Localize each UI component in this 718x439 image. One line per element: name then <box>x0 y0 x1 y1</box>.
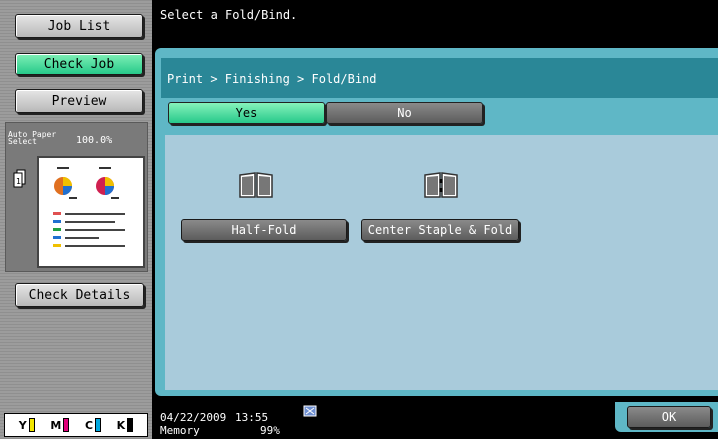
breadcrumb-bar: Print > Finishing > Fold/Bind <box>161 58 718 98</box>
svg-text:1: 1 <box>16 177 21 186</box>
ok-button[interactable]: OK <box>627 406 711 428</box>
preview-button[interactable]: Preview <box>15 89 143 113</box>
auto-paper-select-label: Auto Paper Select <box>8 130 57 146</box>
yes-button[interactable]: Yes <box>168 102 325 124</box>
toner-black: K <box>117 418 134 432</box>
toner-cyan: C <box>84 418 102 432</box>
check-job-button[interactable]: Check Job <box>15 53 143 75</box>
document-preview-icon <box>53 167 125 247</box>
toner-magenta: M <box>50 418 70 432</box>
toner-bar-icon <box>28 418 35 432</box>
center-staple-book-icon <box>424 172 458 198</box>
toner-levels: Y M C K <box>4 413 148 437</box>
network-status-icon <box>303 405 317 417</box>
toner-bar-icon <box>127 418 134 432</box>
job-list-button[interactable]: Job List <box>15 14 143 38</box>
copies-icon: 1 <box>13 169 26 188</box>
check-details-button[interactable]: Check Details <box>15 283 144 307</box>
toner-letter: C <box>84 419 94 432</box>
memory-value: 99% <box>260 424 280 437</box>
breadcrumb: Print > Finishing > Fold/Bind <box>167 72 377 86</box>
half-fold-book-icon <box>239 172 273 198</box>
zoom-value: 100.0% <box>76 135 113 146</box>
half-fold-button[interactable]: Half-Fold <box>181 219 347 241</box>
date-text: 04/22/2009 <box>160 411 227 424</box>
toner-bar-icon <box>63 418 70 432</box>
no-button[interactable]: No <box>326 102 483 124</box>
toner-letter: Y <box>18 419 27 432</box>
toner-bar-icon <box>95 418 102 432</box>
main-panel: Print > Finishing > Fold/Bind Yes No Hal… <box>155 48 718 396</box>
toner-letter: M <box>50 419 62 432</box>
left-sidebar: Job List Check Job Preview Auto Paper Se… <box>0 0 152 439</box>
preview-panel: Auto Paper Select 100.0% 1 <box>5 122 148 272</box>
toner-yellow: Y <box>19 418 35 432</box>
page-thumbnail <box>37 156 145 268</box>
toner-letter: K <box>116 419 126 432</box>
instruction-message: Select a Fold/Bind. <box>160 8 298 22</box>
memory-label: Memory <box>160 424 200 437</box>
options-area: Half-Fold Center Staple & Fold <box>165 135 718 390</box>
time-text: 13:55 <box>235 411 269 424</box>
status-bar: 04/22/2009 13:55 Memory 99% OK <box>155 402 718 439</box>
center-staple-fold-button[interactable]: Center Staple & Fold <box>361 219 519 241</box>
ok-tab: OK <box>615 402 718 432</box>
